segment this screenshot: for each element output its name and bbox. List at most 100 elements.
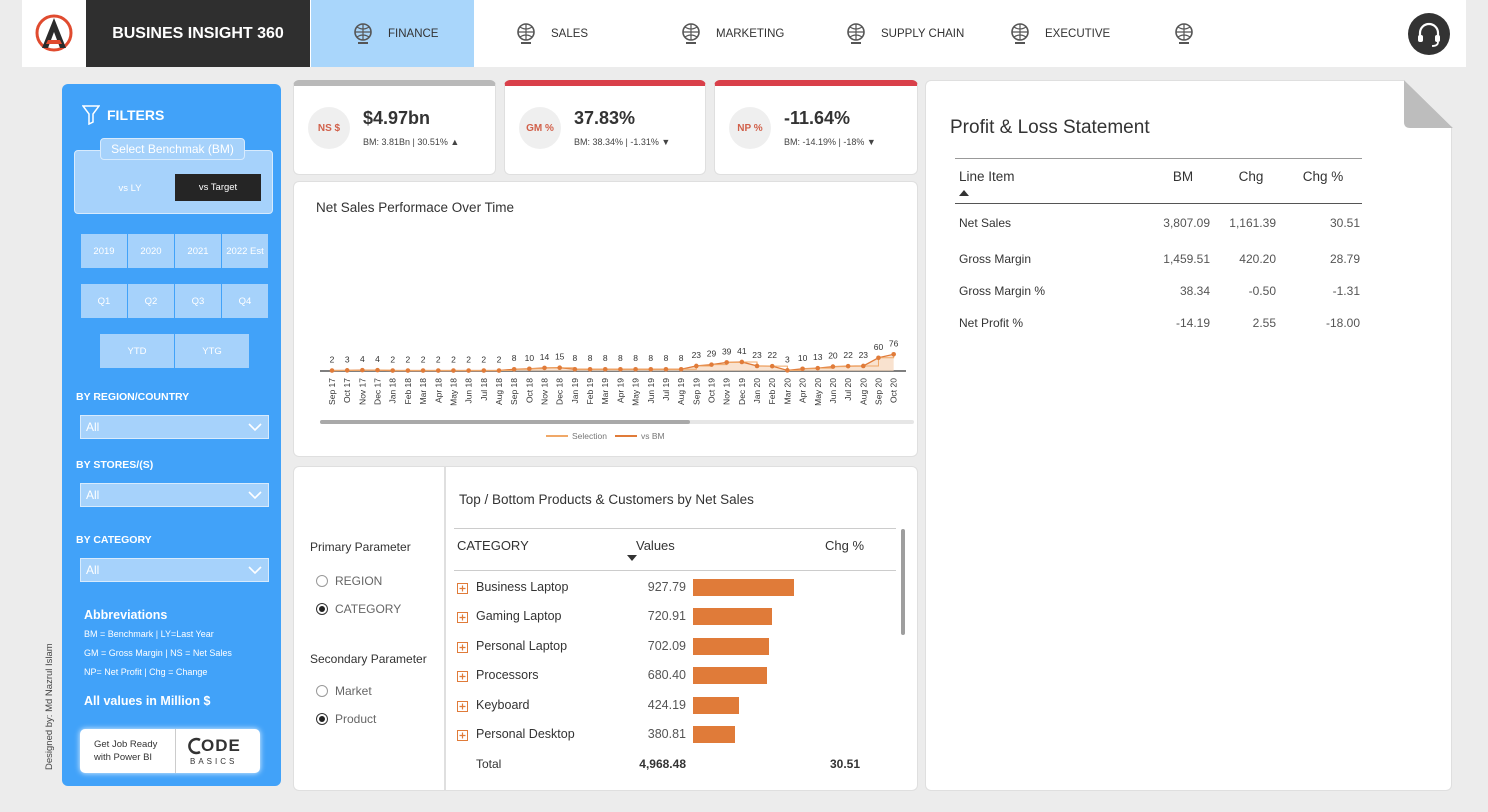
chart-scrollbar-thumb[interactable]	[320, 420, 690, 424]
chart-point[interactable]	[435, 368, 441, 373]
chart-point[interactable]	[329, 368, 335, 373]
chevron-down-icon	[248, 491, 262, 500]
chart-point[interactable]	[754, 363, 760, 369]
chart-point[interactable]	[724, 360, 729, 365]
quarter-q1-button[interactable]: Q1	[81, 284, 127, 318]
chart-point[interactable]	[496, 368, 502, 373]
company-logo-icon[interactable]	[22, 0, 86, 67]
data-label: 8	[618, 353, 623, 363]
tab-executive[interactable]: EXECUTIVE	[1008, 0, 1110, 67]
expand-plus-icon[interactable]	[457, 641, 468, 653]
promo-badge[interactable]: Get Job Ready with Power BI ODE BASICS	[80, 729, 260, 773]
period-ytd-button[interactable]: YTD	[100, 334, 174, 368]
expand-plus-icon[interactable]	[457, 583, 468, 594]
column-header-category[interactable]: CATEGORY	[457, 538, 529, 553]
chart-point[interactable]	[557, 365, 562, 370]
chart-point[interactable]	[891, 351, 896, 357]
chart-point[interactable]	[709, 362, 714, 367]
data-label: 10	[525, 353, 535, 363]
expand-plus-icon[interactable]	[457, 671, 468, 683]
chart-point[interactable]	[451, 368, 456, 373]
benchmark-vs-ly-button[interactable]: vs LY	[87, 175, 173, 202]
year-2020-button[interactable]: 2020	[128, 234, 174, 268]
chart-point[interactable]	[466, 368, 471, 373]
chart-point[interactable]	[420, 368, 426, 373]
chart-point[interactable]	[618, 366, 623, 372]
globe-icon	[1175, 22, 1193, 44]
chart-point[interactable]	[739, 359, 745, 365]
tab-extra[interactable]	[1172, 0, 1209, 67]
chart-point[interactable]	[527, 366, 532, 372]
chart-point[interactable]	[663, 366, 669, 372]
chart-point[interactable]	[830, 364, 836, 369]
pl-row[interactable]: Net Sales 3,807.09 1,161.39 30.51	[955, 203, 1362, 243]
pl-header-bm[interactable]: BM	[1148, 165, 1218, 203]
pl-header-chg-pct[interactable]: Chg %	[1284, 165, 1362, 203]
benchmark-vs-target-button[interactable]: vs Target	[175, 174, 261, 201]
radio-market[interactable]: Market	[316, 684, 372, 698]
year-2021-button[interactable]: 2021	[175, 234, 221, 268]
chart-point[interactable]	[344, 368, 350, 373]
table-row[interactable]: Keyboard 424.19	[454, 695, 894, 717]
data-label: 2	[451, 355, 456, 365]
pl-header-line-item[interactable]: Line Item	[955, 165, 1148, 203]
table-row[interactable]: Personal Desktop 380.81	[454, 724, 894, 746]
year-2019-button[interactable]: 2019	[81, 234, 127, 268]
chart-point[interactable]	[815, 365, 821, 371]
period-ytg-button[interactable]: YTG	[175, 334, 249, 368]
chart-point[interactable]	[845, 363, 851, 369]
chart-point[interactable]	[602, 366, 608, 372]
chart-point[interactable]	[360, 367, 365, 373]
radio-region[interactable]: REGION	[316, 574, 382, 588]
radio-category[interactable]: CATEGORY	[316, 602, 401, 616]
expand-plus-icon[interactable]	[457, 730, 468, 741]
chart-point[interactable]	[375, 367, 380, 373]
region-dropdown[interactable]: All	[80, 415, 269, 439]
pl-row[interactable]: Gross Margin 1,459.51 420.20 28.79	[955, 243, 1362, 275]
chart-point[interactable]	[405, 368, 411, 373]
chart-point[interactable]	[390, 368, 396, 373]
chart-point[interactable]	[633, 366, 638, 372]
chart-point[interactable]	[511, 366, 517, 372]
pl-row[interactable]: Gross Margin % 38.34 -0.50 -1.31	[955, 275, 1362, 307]
chart-point[interactable]	[542, 365, 547, 371]
chart-point[interactable]	[572, 366, 578, 372]
stores-dropdown[interactable]: All	[80, 483, 269, 507]
quarter-q4-button[interactable]: Q4	[222, 284, 268, 318]
expand-plus-icon[interactable]	[457, 612, 468, 624]
chart-point[interactable]	[785, 368, 790, 373]
tab-supply-chain[interactable]: SUPPLY CHAIN	[844, 0, 964, 67]
chart-point[interactable]	[678, 366, 684, 372]
sort-desc-icon[interactable]	[627, 555, 637, 561]
kpi-card-net-sales[interactable]: NS $ $4.97bn BM: 3.81Bn | 30.51% ▲	[293, 80, 496, 175]
chart-point[interactable]	[481, 368, 487, 373]
pl-header-chg[interactable]: Chg	[1218, 165, 1284, 203]
headset-support-icon[interactable]	[1408, 13, 1450, 55]
kpi-card-gross-margin[interactable]: GM % 37.83% BM: 38.34% | -1.31% ▼	[504, 80, 706, 175]
quarter-q3-button[interactable]: Q3	[175, 284, 221, 318]
radio-product[interactable]: Product	[316, 712, 376, 726]
chart-point[interactable]	[800, 366, 805, 372]
tab-finance[interactable]: FINANCE	[311, 0, 474, 67]
table-scrollbar[interactable]	[901, 529, 905, 635]
table-row[interactable]: Personal Laptop 702.09	[454, 636, 894, 658]
chart-point[interactable]	[648, 366, 654, 372]
chart-point[interactable]	[587, 366, 593, 372]
quarter-q2-button[interactable]: Q2	[128, 284, 174, 318]
chart-point[interactable]	[694, 363, 699, 369]
tab-marketing[interactable]: MARKETING	[679, 0, 784, 67]
chart-point[interactable]	[861, 363, 866, 369]
category-dropdown[interactable]: All	[80, 558, 269, 582]
column-header-chg[interactable]: Chg %	[825, 538, 864, 553]
table-row[interactable]: Gaming Laptop 720.91	[454, 606, 894, 628]
tab-sales[interactable]: SALES	[514, 0, 588, 67]
chart-point[interactable]	[769, 363, 775, 369]
pl-row[interactable]: Net Profit % -14.19 2.55 -18.00	[955, 307, 1362, 339]
chart-point[interactable]	[876, 355, 881, 361]
year-2022-est-button[interactable]: 2022 Est	[222, 234, 268, 268]
table-row[interactable]: Processors 680.40	[454, 665, 894, 687]
column-header-values[interactable]: Values	[636, 538, 675, 553]
expand-plus-icon[interactable]	[457, 700, 468, 712]
kpi-card-net-profit[interactable]: NP % -11.64% BM: -14.19% | -18% ▼	[714, 80, 918, 175]
table-row[interactable]: Business Laptop 927.79	[454, 577, 894, 599]
